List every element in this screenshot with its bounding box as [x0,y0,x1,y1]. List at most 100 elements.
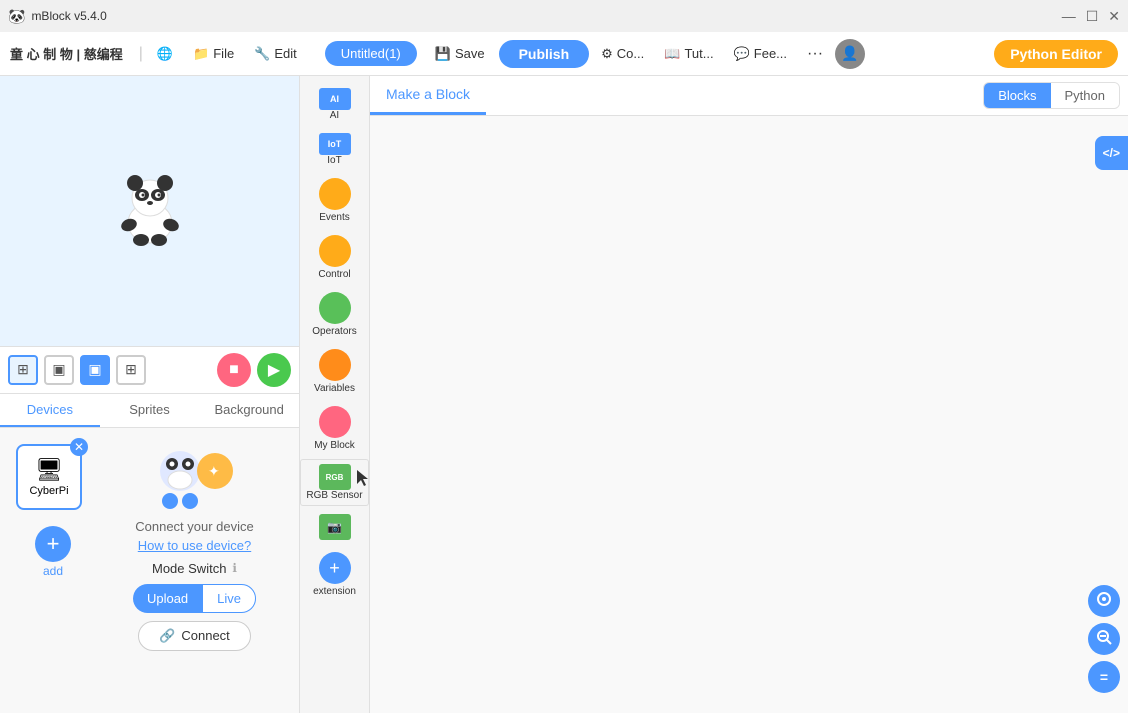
tut-icon: 📖 [664,46,680,62]
cursor-indicator [353,468,370,488]
co-icon: ⚙ [601,46,613,62]
co-label: Co... [617,46,644,61]
edit-btn[interactable]: 🔧 Edit [246,42,305,66]
main-layout: ⊞ ▣ ▣ ⊞ ■ ▶ Devices Sprites Background [0,76,1128,713]
save-label: Save [455,46,485,61]
minimize-btn[interactable]: — [1062,8,1076,24]
block-cat-myblock[interactable]: My Block [300,402,369,455]
info-icon[interactable]: ℹ [232,561,237,575]
iot-label: IoT [327,155,341,166]
zoom-reset-icon: = [1100,669,1108,685]
connection-area: ✦ Connect your device How to use device?… [98,436,291,706]
live-btn[interactable]: Live [202,584,256,613]
file-btn[interactable]: 📁 File [185,42,242,66]
block-cat-iot[interactable]: IoT IoT [300,129,369,170]
run-btn[interactable]: ▶ [257,353,291,387]
workspace-area[interactable]: </> [370,116,1128,713]
tab-devices[interactable]: Devices [0,394,100,427]
globe-icon: 🌐 [157,46,173,62]
add-device-btn[interactable]: + [35,526,71,562]
maximize-btn[interactable]: ☐ [1086,8,1099,25]
stage-panel: ⊞ ▣ ▣ ⊞ ■ ▶ Devices Sprites Background [0,76,300,713]
halfscreen-btn[interactable]: ▣ [44,355,74,385]
device-list: ✕ 🖥 CyberPi + add [8,436,98,706]
zoom-controls: = [1088,585,1120,693]
publish-label: Publish [519,46,570,62]
block-cat-camera[interactable]: 📷 [300,510,369,544]
zoom-reset-btn[interactable]: = [1088,661,1120,693]
myblock-icon [319,406,351,438]
fee-label: Fee... [754,46,787,61]
block-cat-extension[interactable]: + extension [300,548,369,601]
co-btn[interactable]: ⚙ Co... [593,42,652,66]
more-icon: ··· [807,45,823,62]
events-label: Events [319,212,350,223]
publish-btn[interactable]: Publish [499,40,590,68]
tut-label: Tut... [684,46,713,61]
block-cat-operators[interactable]: Operators [300,288,369,341]
panda-sprite [115,176,185,246]
zoom-out-btn[interactable] [1088,623,1120,655]
control-label: Control [318,269,350,280]
connect-btn[interactable]: 🔗 Connect [138,621,251,651]
cyberpi-device-card[interactable]: ✕ 🖥 CyberPi [16,444,82,510]
make-block-tab[interactable]: Make a Block [370,76,486,115]
rgb-sensor-icon: RGB [319,464,351,490]
app-title: mBlock v5.4.0 [31,9,106,23]
block-cat-events[interactable]: Events [300,174,369,227]
globe-btn[interactable]: 🌐 [149,42,181,66]
file-label: File [213,46,234,61]
file-icon: 📁 [193,46,209,62]
run-icon: ▶ [268,360,280,380]
menu-sep: | [139,45,143,63]
tab-background[interactable]: Background [199,394,299,427]
block-cat-rgb-sensor[interactable]: RGB RGB Sensor [300,459,369,506]
block-cat-variables[interactable]: Variables [300,345,369,398]
zoom-in-btn[interactable] [1088,585,1120,617]
blocks-toggle-btn[interactable]: Blocks [984,83,1050,108]
save-btn[interactable]: 💾 Save [425,42,495,66]
how-to-link[interactable]: How to use device? [138,538,251,553]
edit-icon: 🔧 [254,46,270,62]
entity-tabs: Devices Sprites Background [0,394,299,428]
block-cat-control[interactable]: Control [300,231,369,284]
titlebar: 🐼 mBlock v5.4.0 — ☐ ✕ [0,0,1128,32]
connect-text: Connect your device [135,519,254,534]
device-remove-btn[interactable]: ✕ [70,438,88,456]
fullscreen-btn[interactable]: ⊞ [8,355,38,385]
upload-btn[interactable]: Upload [133,584,202,613]
fee-btn[interactable]: 💬 Fee... [726,42,795,66]
grid-btn[interactable]: ⊞ [116,355,146,385]
camera-icon: 📷 [319,514,351,540]
stop-btn[interactable]: ■ [217,353,251,387]
app-icon: 🐼 [8,8,25,25]
tab-sprites[interactable]: Sprites [100,394,200,427]
logo: 童 心 制 物 | 慈编程 [10,44,123,63]
python-editor-btn[interactable]: Python Editor [994,40,1118,68]
more-btn[interactable]: ··· [799,41,831,67]
tut-btn[interactable]: 📖 Tut... [656,42,721,66]
close-btn[interactable]: ✕ [1108,8,1120,25]
extension-icon[interactable]: + [319,552,351,584]
edit-label: Edit [274,46,296,61]
save-icon: 💾 [435,46,451,62]
code-snippet-panel: </> [1095,136,1128,170]
python-toggle-btn[interactable]: Python [1051,83,1119,108]
mode-switch-row: Mode Switch ℹ [152,561,237,576]
python-editor-label: Python Editor [1010,46,1102,62]
avatar[interactable]: 👤 [835,39,865,69]
variables-icon [319,349,351,381]
thirdscreen-btn[interactable]: ▣ [80,355,110,385]
project-name: Untitled(1) [341,46,401,61]
mode-switch-label: Mode Switch [152,561,226,576]
upload-live-row: Upload Live [133,584,256,613]
project-name-btn[interactable]: Untitled(1) [325,41,417,66]
ai-label: AI [330,110,339,121]
code-snippet-btn[interactable]: </> [1095,136,1128,170]
iot-icon: IoT [319,133,351,155]
code-snippet-icon: </> [1103,146,1120,160]
block-cat-ai[interactable]: AI AI [300,84,369,125]
svg-text:✦: ✦ [208,463,220,479]
operators-label: Operators [312,326,356,337]
extension-label: extension [313,586,356,597]
